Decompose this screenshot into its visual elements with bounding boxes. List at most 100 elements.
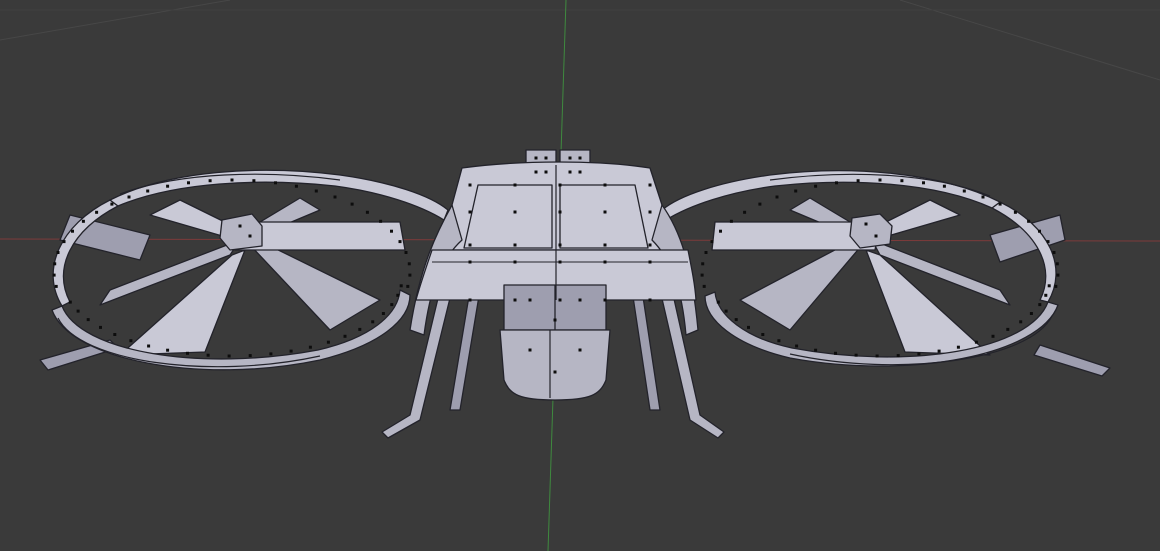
mesh-vertex[interactable]: [379, 219, 383, 223]
mesh-vertex[interactable]: [252, 179, 256, 183]
mesh-vertex[interactable]: [578, 170, 582, 174]
mesh-vertex[interactable]: [834, 351, 837, 355]
mesh-vertex[interactable]: [54, 284, 58, 288]
mesh-vertex[interactable]: [578, 348, 582, 352]
mesh-vertex[interactable]: [289, 349, 293, 353]
mesh-vertex[interactable]: [53, 262, 57, 266]
mesh-vertex[interactable]: [558, 260, 562, 264]
mesh-vertex[interactable]: [404, 251, 408, 254]
mesh-vertex[interactable]: [274, 181, 277, 185]
mesh-vertex[interactable]: [71, 229, 74, 233]
mesh-vertex[interactable]: [775, 195, 779, 199]
mesh-vertex[interactable]: [814, 184, 818, 188]
mesh-vertex[interactable]: [719, 229, 722, 233]
mesh-vertex[interactable]: [603, 210, 607, 214]
mesh-vertex[interactable]: [1052, 251, 1056, 254]
mesh-vertex[interactable]: [468, 183, 472, 187]
mesh-vertex[interactable]: [956, 345, 960, 349]
mesh-vertex[interactable]: [568, 170, 572, 174]
mesh-vertex[interactable]: [390, 303, 394, 307]
mesh-vertex[interactable]: [553, 318, 557, 322]
mesh-vertex[interactable]: [534, 156, 538, 160]
mesh-vertex[interactable]: [701, 262, 705, 266]
mesh-vertex[interactable]: [1038, 303, 1042, 307]
mesh-vertex[interactable]: [227, 354, 231, 358]
mesh-vertex[interactable]: [358, 327, 362, 331]
mesh-vertex[interactable]: [578, 298, 582, 302]
mesh-vertex[interactable]: [814, 348, 818, 352]
mesh-vertex[interactable]: [294, 184, 298, 188]
mesh-vertex[interactable]: [942, 184, 946, 188]
mesh-vertex[interactable]: [186, 351, 189, 355]
mesh-vertex[interactable]: [578, 156, 582, 160]
viewport-canvas[interactable]: [0, 0, 1160, 551]
mesh-vertex[interactable]: [998, 202, 1002, 206]
mesh-vertex[interactable]: [1038, 229, 1041, 233]
mesh-vertex[interactable]: [248, 354, 252, 358]
mesh-vertex[interactable]: [544, 170, 548, 174]
mesh-vertex[interactable]: [991, 334, 995, 338]
mesh-vertex[interactable]: [795, 344, 799, 348]
mesh-vertex[interactable]: [513, 183, 517, 187]
mesh-vertex[interactable]: [864, 222, 868, 226]
mesh-vertex[interactable]: [350, 202, 354, 206]
mesh-vertex[interactable]: [269, 352, 273, 356]
mesh-vertex[interactable]: [308, 345, 312, 349]
mesh-vertex[interactable]: [390, 229, 393, 233]
mesh-vertex[interactable]: [166, 184, 170, 188]
mesh-vertex[interactable]: [333, 195, 337, 199]
mesh-vertex[interactable]: [206, 353, 210, 357]
mesh-vertex[interactable]: [1056, 273, 1060, 277]
mesh-vertex[interactable]: [1054, 284, 1058, 288]
mesh-vertex[interactable]: [371, 320, 375, 324]
mesh-vertex[interactable]: [113, 333, 117, 336]
mesh-vertex[interactable]: [603, 260, 607, 264]
mesh-vertex[interactable]: [558, 183, 562, 187]
mesh-vertex[interactable]: [1046, 240, 1050, 244]
mesh-vertex[interactable]: [917, 352, 921, 356]
mesh-vertex[interactable]: [365, 210, 369, 214]
mesh-vertex[interactable]: [558, 243, 562, 247]
mesh-vertex[interactable]: [407, 262, 411, 266]
mesh-vertex[interactable]: [146, 189, 150, 193]
mesh-vertex[interactable]: [398, 240, 402, 244]
mesh-vertex[interactable]: [603, 183, 607, 187]
mesh-vertex[interactable]: [238, 224, 242, 228]
mesh-vertex[interactable]: [874, 234, 878, 238]
mesh-vertex[interactable]: [896, 354, 900, 358]
mesh-vertex[interactable]: [704, 251, 708, 254]
mesh-vertex[interactable]: [208, 179, 212, 183]
mesh-vertex[interactable]: [553, 370, 557, 374]
mesh-vertex[interactable]: [513, 243, 517, 247]
mesh-vertex[interactable]: [648, 243, 652, 247]
mesh-vertex[interactable]: [878, 178, 882, 182]
mesh-vertex[interactable]: [76, 309, 80, 313]
mesh-vertex[interactable]: [875, 354, 879, 358]
mesh-vertex[interactable]: [558, 298, 562, 302]
mesh-vertex[interactable]: [558, 210, 562, 214]
mesh-vertex[interactable]: [187, 181, 190, 185]
mesh-vertex[interactable]: [326, 340, 330, 344]
mesh-vertex[interactable]: [147, 344, 151, 348]
mesh-vertex[interactable]: [1029, 312, 1033, 315]
mesh-vertex[interactable]: [468, 243, 472, 247]
mesh-vertex[interactable]: [528, 298, 532, 302]
mesh-vertex[interactable]: [513, 298, 517, 302]
mesh-vertex[interactable]: [86, 318, 90, 322]
mesh-vertex[interactable]: [747, 325, 750, 329]
mesh-vertex[interactable]: [729, 219, 733, 223]
mesh-vertex[interactable]: [743, 210, 747, 214]
mesh-vertex[interactable]: [399, 284, 403, 288]
mesh-vertex[interactable]: [648, 298, 652, 302]
mesh-vertex[interactable]: [716, 300, 720, 304]
mesh-vertex[interactable]: [534, 170, 538, 174]
mesh-vertex[interactable]: [406, 284, 410, 288]
mesh-vertex[interactable]: [166, 348, 170, 352]
mesh-vertex[interactable]: [761, 333, 765, 336]
mesh-vertex[interactable]: [314, 189, 318, 193]
mesh-vertex[interactable]: [1044, 293, 1048, 297]
mesh-vertex[interactable]: [230, 178, 234, 182]
mesh-vertex[interactable]: [922, 181, 925, 185]
mesh-vertex[interactable]: [1047, 284, 1051, 288]
mesh-vertex[interactable]: [396, 293, 400, 297]
